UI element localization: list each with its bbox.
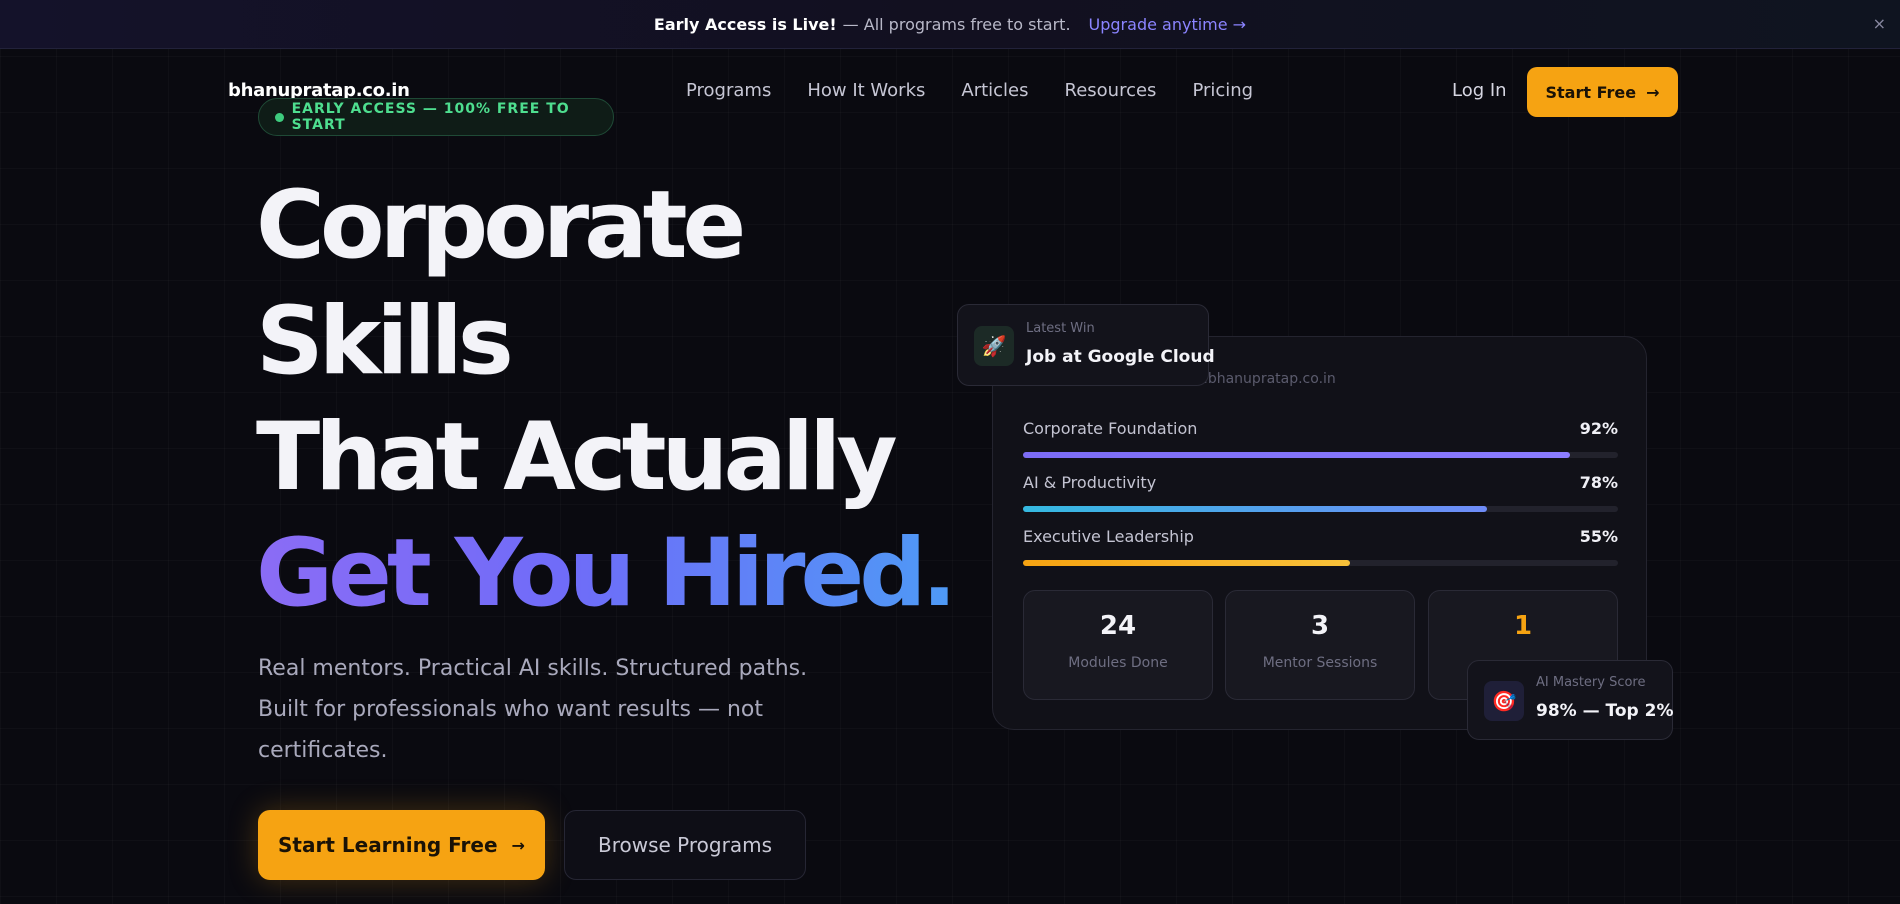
stat-label: Mentor Sessions [1262,655,1378,671]
nav-pricing[interactable]: Pricing [1192,80,1253,101]
status-dot-icon [275,112,284,122]
ai-mastery-label: AI Mastery Score [1536,675,1646,690]
nav-articles[interactable]: Articles [961,80,1028,101]
progress-track [1023,506,1618,512]
ai-mastery-card: 🎯 AI Mastery Score 98% — Top 2% [1467,660,1674,740]
start-free-button[interactable]: Start Free → [1527,67,1678,117]
latest-win-value: Job at Google Cloud [1026,347,1215,367]
hero-title-line-3: That Actually [256,403,898,512]
progress-fill [1023,560,1351,566]
stat-number: 24 [1099,611,1137,641]
upgrade-link[interactable]: Upgrade anytime → [1089,15,1247,34]
nav-resources[interactable]: Resources [1065,80,1157,101]
announcement-bar: Early Access is Live! — All programs fre… [0,0,1900,49]
dashboard-url: rd.bhanupratap.co.in [1189,371,1336,387]
metric-label: Corporate Foundation [1023,419,1198,438]
early-access-badge: EARLY ACCESS — 100% FREE TO START [258,98,614,136]
nav-programs[interactable]: Programs [686,80,771,101]
metric-corporate-foundation: Corporate Foundation 92% [1023,419,1618,458]
stat-mentor-sessions: 3 Mentor Sessions [1225,590,1415,700]
browse-programs-button[interactable]: Browse Programs [564,810,806,880]
start-learning-label: Start Learning Free [278,833,498,857]
rocket-icon: 🚀 [974,326,1014,366]
stat-number: 1 [1513,611,1533,641]
announcement-text: — All programs free to start. [842,14,1071,34]
progress-fill [1023,506,1488,512]
progress-fill [1023,452,1571,458]
metric-executive-leadership: Executive Leadership 55% [1023,527,1618,566]
hero-title-gradient: Get You Hired. [256,516,957,632]
stat-modules-done: 24 Modules Done [1023,590,1213,700]
login-link[interactable]: Log In [1452,80,1507,101]
metric-ai-productivity: AI & Productivity 78% [1023,473,1618,512]
progress-track [1023,452,1618,458]
start-learning-button[interactable]: Start Learning Free → [258,810,545,880]
early-access-text: EARLY ACCESS — 100% FREE TO START [291,101,570,133]
metric-percent: 78% [1579,473,1618,492]
announcement-bold: Early Access is Live! [653,14,837,34]
hero-title-line-1: Corporate [256,171,746,280]
hero-title-line-2: Skills [256,287,514,396]
close-icon[interactable]: × [1873,14,1886,33]
start-free-label: Start Free [1545,82,1637,102]
hero-subtitle: Real mentors. Practical AI skills. Struc… [258,656,808,763]
stat-label: Modules Done [1068,655,1168,671]
metric-percent: 55% [1579,527,1618,546]
arrow-right-icon: → [511,835,525,855]
metric-label: Executive Leadership [1023,527,1194,546]
arrow-right-icon: → [1646,82,1660,102]
main-nav: Programs How It Works Articles Resources… [686,80,1253,101]
stat-number: 3 [1310,611,1330,641]
metric-percent: 92% [1579,419,1618,438]
latest-win-card: 🚀 Latest Win Job at Google Cloud [957,304,1215,386]
latest-win-label: Latest Win [1026,321,1095,336]
hero-title: Corporate Skills That Actually Get You H… [256,168,957,632]
target-icon: 🎯 [1484,681,1524,721]
progress-track [1023,560,1618,566]
ai-mastery-value: 98% — Top 2% [1536,701,1674,721]
metric-label: AI & Productivity [1023,473,1157,492]
nav-how-it-works[interactable]: How It Works [807,80,925,101]
